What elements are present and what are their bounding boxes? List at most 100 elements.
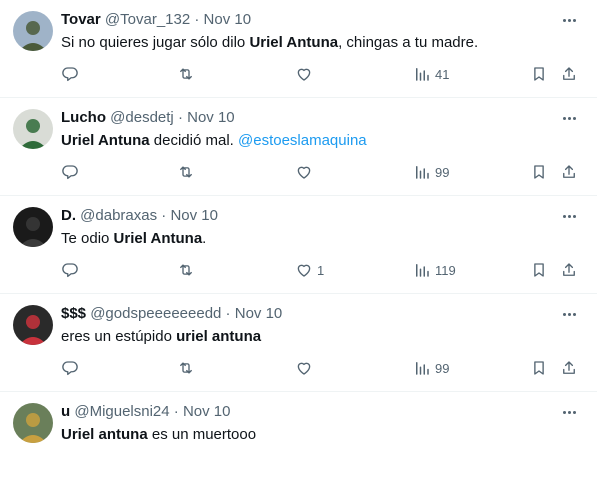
more-icon[interactable] — [559, 304, 579, 324]
share-icon — [560, 163, 578, 181]
retweet-button[interactable] — [177, 64, 199, 84]
retweet-button[interactable] — [177, 358, 199, 378]
separator: · — [157, 207, 171, 224]
separator: · — [173, 109, 188, 126]
author-name[interactable]: u — [61, 403, 70, 420]
tweet-text: eres un estúpido uriel antuna — [61, 327, 261, 347]
like-count: 1 — [317, 262, 325, 278]
like-icon — [295, 261, 313, 279]
author-name[interactable]: $$$ — [61, 305, 86, 322]
bookmark-button[interactable] — [530, 64, 548, 84]
like-icon — [295, 163, 313, 181]
avatar[interactable] — [13, 207, 53, 247]
text-segment: eres un estúpido — [61, 328, 177, 345]
views-button[interactable]: 99 — [413, 358, 449, 378]
bookmark-icon — [530, 163, 548, 181]
tweet-header: Tovar @Tovar_132 · Nov 10 — [61, 11, 251, 29]
author-handle[interactable]: @dabraxas — [80, 207, 157, 224]
like-button[interactable] — [295, 358, 317, 378]
bookmark-icon — [530, 359, 548, 377]
tweet-header: $$$ @godspeeeeeeedd · Nov 10 — [61, 305, 282, 323]
text-segment: es un muertooo — [147, 426, 257, 443]
like-button[interactable]: 1 — [295, 260, 324, 280]
highlighted-keyword: Uriel Antuna — [249, 34, 339, 51]
author-name[interactable]: D. — [61, 207, 76, 224]
tweet-actions: 99 — [0, 162, 597, 182]
highlighted-keyword: Uriel Antuna — [61, 132, 150, 149]
views-button[interactable]: 99 — [413, 162, 449, 182]
share-button[interactable] — [560, 162, 578, 182]
bookmark-button[interactable] — [530, 162, 548, 182]
reply-button[interactable] — [61, 162, 83, 182]
author-name[interactable]: Lucho — [61, 109, 106, 126]
retweet-icon — [177, 163, 195, 181]
text-segment: Te odio — [61, 230, 114, 247]
mention-link[interactable]: @estoeslamaquina — [238, 132, 367, 149]
tweet-date[interactable]: Nov 10 — [204, 11, 252, 28]
tweet-text: Te odio Uriel Antuna. — [61, 229, 206, 249]
author-handle[interactable]: @godspeeeeeeedd — [90, 305, 221, 322]
views-button[interactable]: 41 — [413, 64, 449, 84]
more-icon[interactable] — [559, 108, 579, 128]
bookmark-button[interactable] — [530, 358, 548, 378]
bookmark-button[interactable] — [530, 260, 548, 280]
share-button[interactable] — [560, 64, 578, 84]
reply-button[interactable] — [61, 358, 83, 378]
more-icon[interactable] — [559, 206, 579, 226]
tweet-header: u @Miguelsni24 · Nov 10 — [61, 403, 231, 421]
more-icon[interactable] — [559, 10, 579, 30]
author-handle[interactable]: @Tovar_132 — [105, 11, 190, 28]
view-count: 99 — [435, 360, 450, 376]
tweet-text: Uriel antuna es un muertooo — [61, 425, 256, 445]
reply-button[interactable] — [61, 64, 83, 84]
share-icon — [560, 261, 578, 279]
highlighted-keyword: uriel antuna — [176, 328, 262, 345]
tweet-actions: 1 119 — [0, 260, 597, 280]
views-icon — [413, 65, 431, 83]
reply-button[interactable] — [61, 260, 83, 280]
retweet-button[interactable] — [177, 260, 199, 280]
avatar[interactable] — [13, 403, 53, 443]
avatar[interactable] — [13, 11, 53, 51]
view-count: 41 — [435, 66, 450, 82]
tweet[interactable]: $$$ @godspeeeeeeedd · Nov 10 eres un est… — [0, 294, 597, 392]
retweet-icon — [177, 359, 195, 377]
like-button[interactable] — [295, 162, 317, 182]
tweet[interactable]: Lucho @desdetj · Nov 10 Uriel Antuna dec… — [0, 98, 597, 196]
share-button[interactable] — [560, 358, 578, 378]
author-handle[interactable]: @Miguelsni24 — [74, 403, 169, 420]
like-icon — [295, 359, 313, 377]
bookmark-icon — [530, 261, 548, 279]
share-icon — [560, 359, 578, 377]
highlighted-keyword: Uriel Antuna — [113, 230, 203, 247]
tweet-actions: 99 — [0, 358, 597, 378]
share-button[interactable] — [560, 260, 578, 280]
retweet-icon — [177, 65, 195, 83]
views-button[interactable]: 119 — [413, 260, 456, 280]
views-icon — [413, 359, 431, 377]
tweet-feed: Tovar @Tovar_132 · Nov 10 Si no quieres … — [0, 0, 597, 490]
like-button[interactable] — [295, 64, 317, 84]
author-name[interactable]: Tovar — [61, 11, 101, 28]
tweet-header: Lucho @desdetj · Nov 10 — [61, 109, 235, 127]
text-segment: decidió mal. — [149, 132, 238, 149]
more-icon[interactable] — [559, 402, 579, 422]
tweet[interactable]: D. @dabraxas · Nov 10 Te odio Uriel Antu… — [0, 196, 597, 294]
tweet-date[interactable]: Nov 10 — [183, 403, 231, 420]
tweet[interactable]: Tovar @Tovar_132 · Nov 10 Si no quieres … — [0, 0, 597, 98]
author-handle[interactable]: @desdetj — [110, 109, 174, 126]
reply-icon — [61, 359, 79, 377]
tweet-text: Si no quieres jugar sólo dilo Uriel Antu… — [61, 33, 478, 53]
tweet[interactable]: u @Miguelsni24 · Nov 10 Uriel antuna es … — [0, 392, 597, 490]
avatar[interactable] — [13, 109, 53, 149]
view-count: 119 — [435, 262, 456, 278]
retweet-icon — [177, 261, 195, 279]
tweet-actions: 41 — [0, 64, 597, 84]
tweet-date[interactable]: Nov 10 — [187, 109, 235, 126]
tweet-header: D. @dabraxas · Nov 10 — [61, 207, 218, 225]
tweet-date[interactable]: Nov 10 — [170, 207, 218, 224]
separator: · — [169, 403, 183, 420]
tweet-date[interactable]: Nov 10 — [235, 305, 283, 322]
avatar[interactable] — [13, 305, 53, 345]
retweet-button[interactable] — [177, 162, 199, 182]
